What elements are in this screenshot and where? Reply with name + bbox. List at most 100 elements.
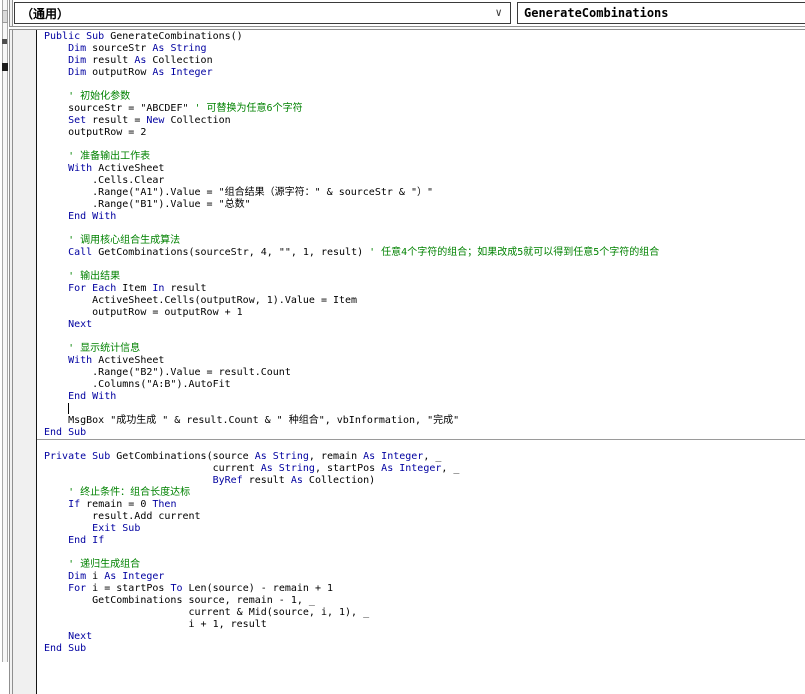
code-keyword: As Integer <box>363 451 424 462</box>
code-line: ActiveSheet.Cells(outputRow, 1).Value = … <box>37 295 805 307</box>
code-keyword: Dim <box>68 571 87 582</box>
code-text: , _ <box>441 463 460 474</box>
code-comment: ' 显示统计信息 <box>44 343 141 354</box>
code-line: .Range("B1").Value = "总数" <box>37 199 805 211</box>
code-keyword: End Sub <box>44 643 87 654</box>
adjacent-window-scrollbar <box>2 0 8 662</box>
code-line: ByRef result As Collection) <box>37 475 805 487</box>
code-keyword: End Sub <box>44 427 87 438</box>
code-keyword: With <box>68 163 93 174</box>
object-dropdown-value: （通用） <box>21 6 70 21</box>
code-text: GetCombinations(sourceStr, 4, "", 1, res… <box>92 247 370 258</box>
code-text: , _ <box>423 451 442 462</box>
code-line: Private Sub GetCombinations(source As St… <box>37 451 805 463</box>
code-text: Item <box>116 283 153 294</box>
code-line: End With <box>37 391 805 403</box>
code-line: If remain = 0 Then <box>37 499 805 511</box>
code-text: .Range("A1").Value = "组合结果（源字符：" & sourc… <box>44 187 433 198</box>
code-keyword: Set <box>68 115 87 126</box>
code-keyword: Public Sub <box>44 31 111 42</box>
code-text: result <box>242 475 291 486</box>
code-line: .Range("B2").Value = result.Count <box>37 367 805 379</box>
code-line: With ActiveSheet <box>37 163 805 175</box>
code-line: Next <box>37 319 805 331</box>
code-comment: ' 输出结果 <box>44 271 121 282</box>
code-line: For i = startPos To Len(source) - remain… <box>37 583 805 595</box>
code-line: current & Mid(source, i, 1), _ <box>37 607 805 619</box>
code-text: i = startPos <box>86 583 171 594</box>
code-line: End With <box>37 211 805 223</box>
code-line: Dim sourceStr As String <box>37 43 805 55</box>
code-keyword: With <box>68 355 93 366</box>
code-text: , startPos <box>314 463 382 474</box>
code-text: ActiveSheet.Cells(outputRow, 1).Value = … <box>44 295 358 306</box>
code-line: outputRow = outputRow + 1 <box>37 307 805 319</box>
chevron-down-icon[interactable]: ∨ <box>495 6 502 19</box>
code-line: result.Add current <box>37 511 805 523</box>
code-keyword: New <box>146 115 165 126</box>
code-text: i <box>86 571 105 582</box>
code-line: For Each Item In result <box>37 283 805 295</box>
code-keyword: End With <box>68 211 117 222</box>
code-line: End Sub <box>37 643 805 655</box>
code-text: GetCombinations(source <box>110 451 255 462</box>
code-keyword: As Integer <box>381 463 442 474</box>
code-line: End If <box>37 535 805 547</box>
code-keyword: To <box>170 583 183 594</box>
code-line: Set result = New Collection <box>37 115 805 127</box>
procedure-dropdown[interactable]: GenerateCombinations <box>517 2 805 24</box>
code-keyword: As <box>134 55 147 66</box>
code-text: result = <box>86 115 147 126</box>
window-edge-fragment <box>2 39 7 44</box>
code-editor[interactable]: Public Sub GenerateCombinations() Dim so… <box>37 31 805 694</box>
code-line: sourceStr = "ABCDEF" ' 可替换为任意6个字符 <box>37 103 805 115</box>
code-text: , remain <box>308 451 364 462</box>
code-keyword: As <box>290 475 303 486</box>
code-keyword: As String <box>254 451 309 462</box>
code-text: MsgBox "成功生成 " & result.Count & " 种组合", … <box>44 415 460 426</box>
code-keyword: As String <box>260 463 315 474</box>
procedure-dropdown-value: GenerateCombinations <box>524 6 669 20</box>
code-comment: ' 初始化参数 <box>44 91 131 102</box>
code-text: outputRow <box>86 67 153 78</box>
code-line: ' 调用核心组合生成算法 <box>37 235 805 247</box>
code-comment: ' 调用核心组合生成算法 <box>44 235 181 246</box>
code-line: End Sub <box>37 427 805 439</box>
code-comment: ' 可替换为任意6个字符 <box>194 103 303 114</box>
code-keyword: If <box>68 499 81 510</box>
code-keyword: Dim <box>68 43 87 54</box>
code-keyword: For <box>68 583 87 594</box>
code-text: Len(source) - remain + 1 <box>182 583 334 594</box>
code-text: .Range("B2").Value = result.Count <box>44 367 291 378</box>
margin-indicator-bar[interactable] <box>13 30 37 694</box>
object-dropdown[interactable]: （通用） ∨ <box>14 2 511 24</box>
code-keyword: As Integer <box>152 67 213 78</box>
code-text: outputRow = 2 <box>44 127 147 138</box>
code-text: Collection <box>146 55 213 66</box>
code-text: sourceStr <box>86 43 153 54</box>
code-keyword: ByRef <box>212 475 243 486</box>
code-text: current <box>44 463 261 474</box>
code-keyword: Next <box>68 631 93 642</box>
code-comment: ' 任意4个字符的组合；如果改成5就可以得到任意5个字符的组合 <box>369 247 660 258</box>
code-text: GenerateCombinations() <box>110 31 243 42</box>
code-text: Collection <box>164 115 231 126</box>
code-line: .Cells.Clear <box>37 175 805 187</box>
code-text: GetCombinations source, remain - 1, _ <box>44 595 315 606</box>
code-line: With ActiveSheet <box>37 355 805 367</box>
text-caret <box>68 403 70 414</box>
vbe-code-window: （通用） ∨ GenerateCombinations Public Sub G… <box>0 0 805 694</box>
code-keyword: Private Sub <box>44 451 111 462</box>
